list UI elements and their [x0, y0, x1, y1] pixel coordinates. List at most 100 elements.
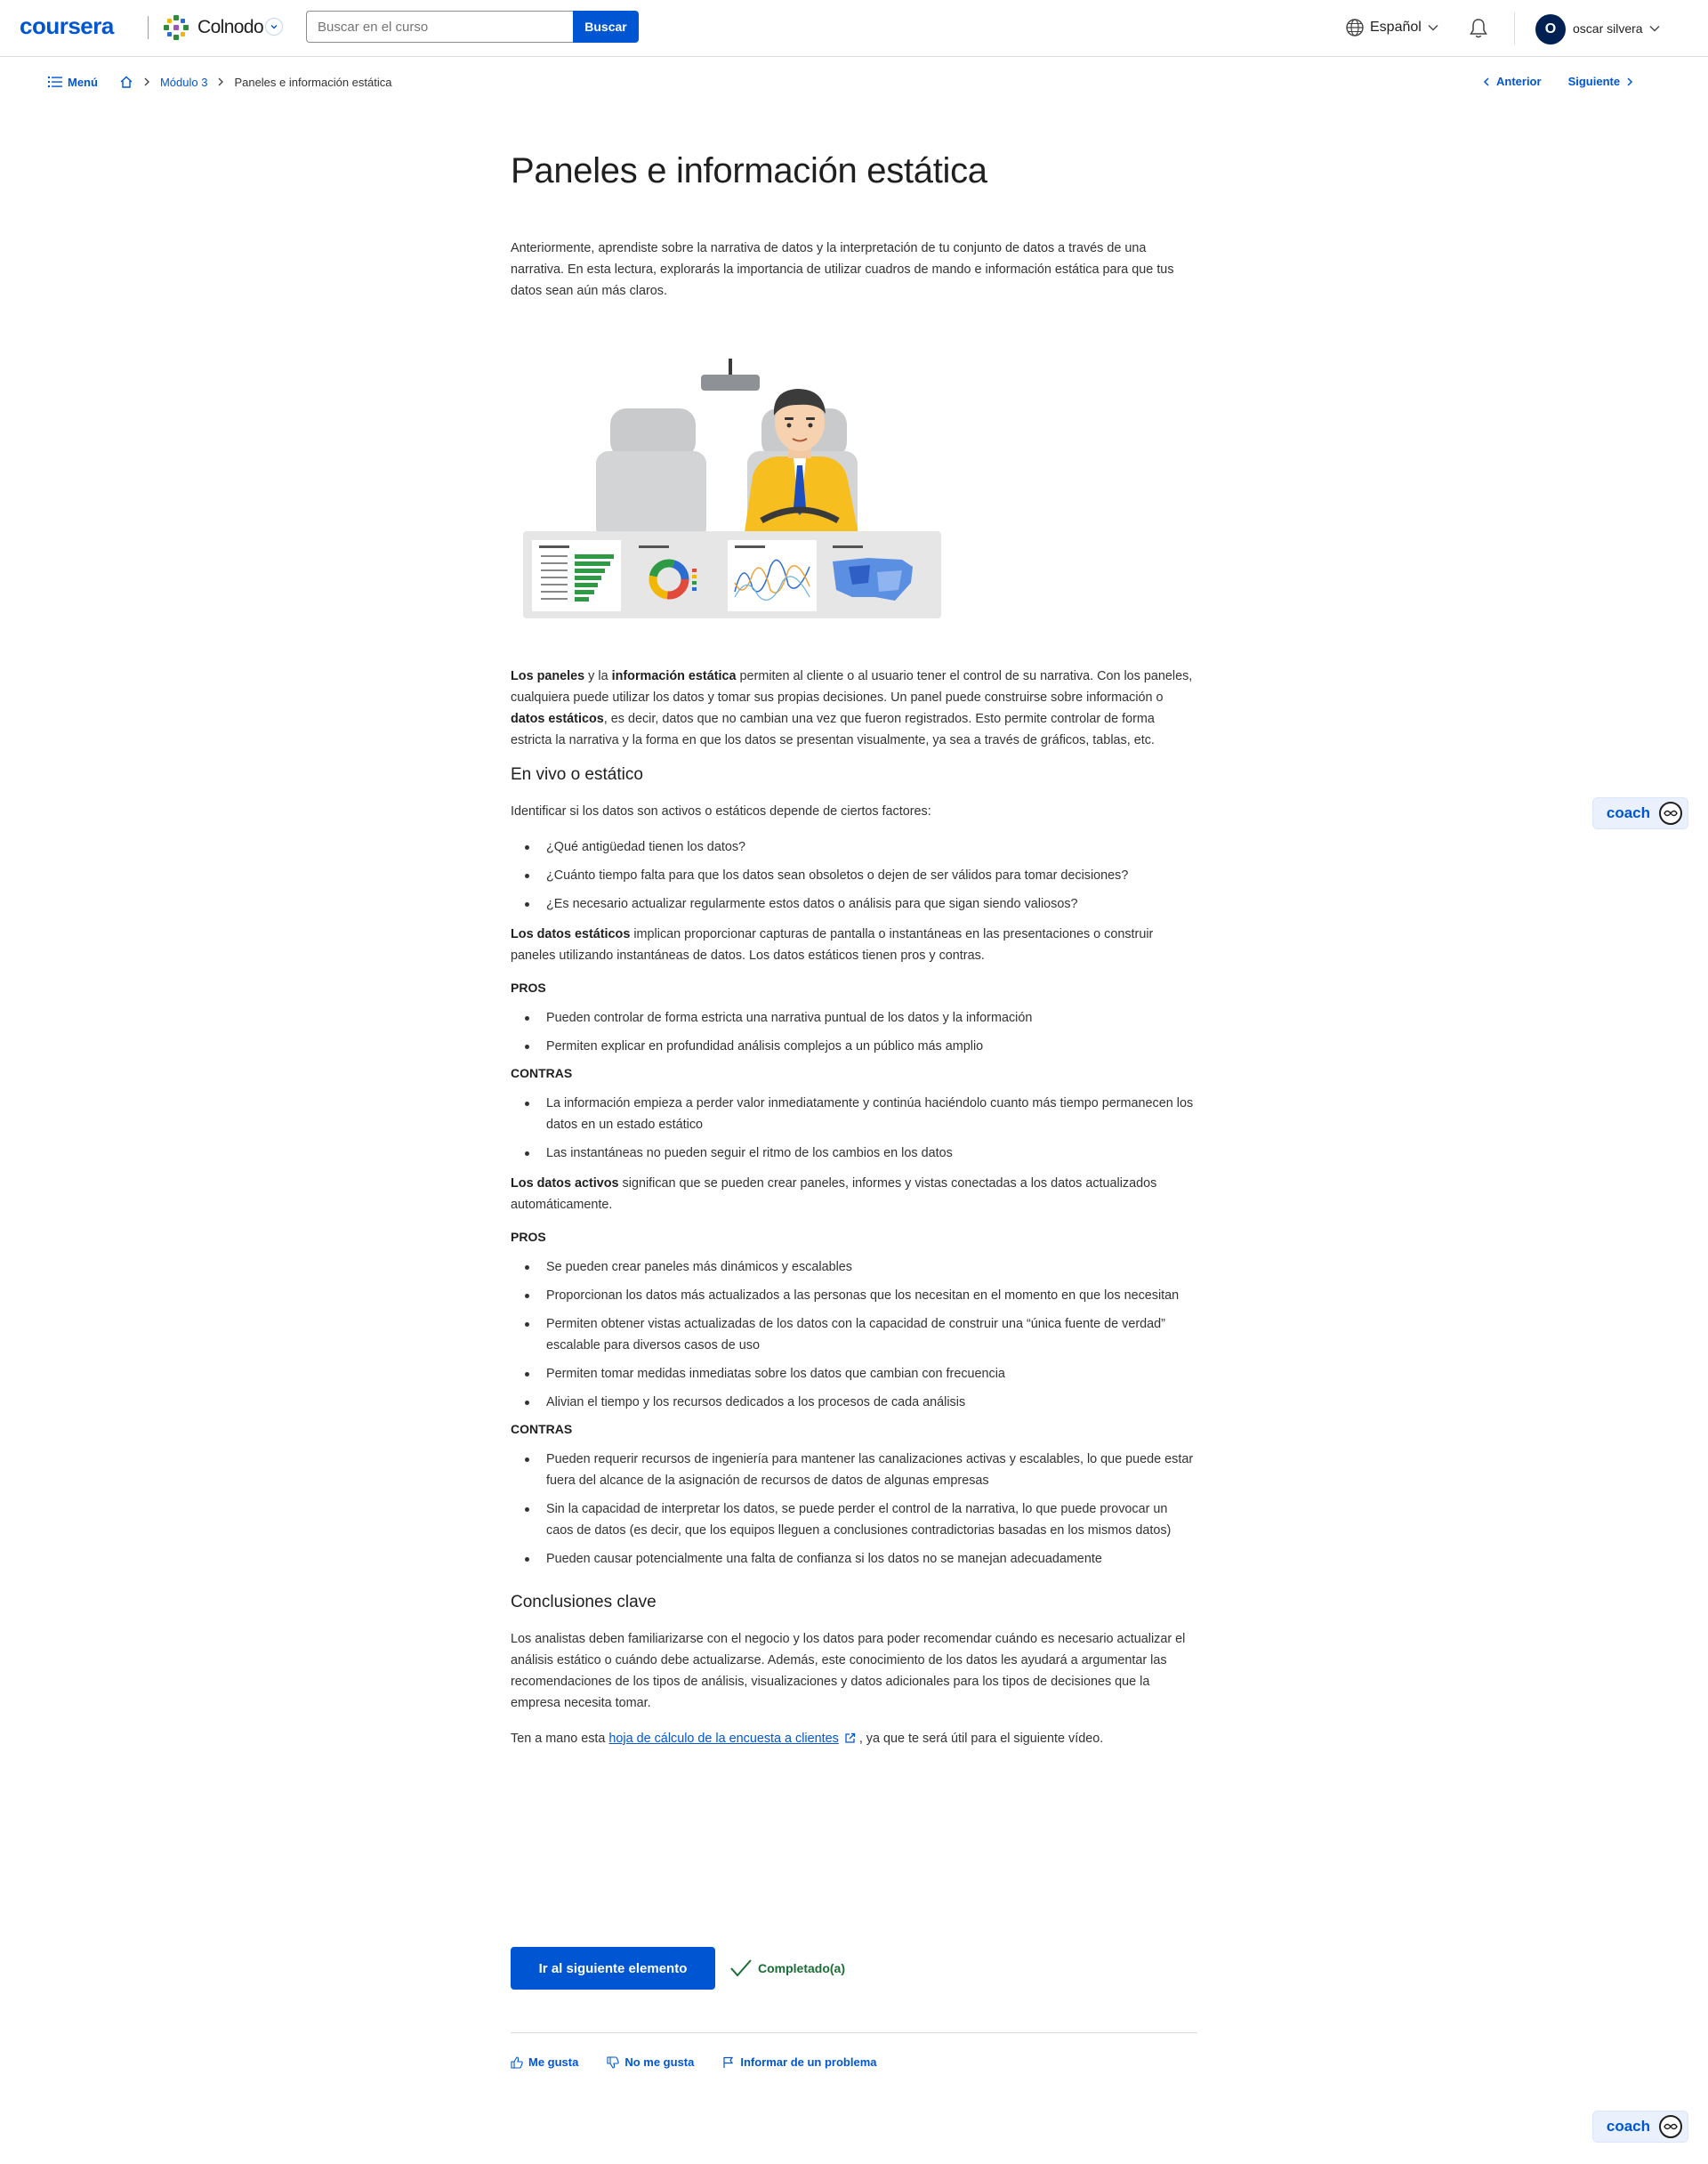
- live-cons-label: CONTRAS: [511, 1422, 573, 1436]
- external-link-icon[interactable]: [844, 1732, 856, 1744]
- globe-icon: [1346, 19, 1364, 36]
- completion-actions: Ir al siguiente elemento Completado(a): [511, 1947, 845, 1990]
- paragraph-conclusions: Los analistas deben familiarizarse con e…: [511, 1632, 1186, 1710]
- next-label: Siguiente: [1567, 75, 1621, 88]
- list-item: ¿Cuánto tiempo falta para que los datos …: [511, 865, 1197, 886]
- list-item: Proporcionan los datos más actualizados …: [511, 1285, 1197, 1306]
- list-item: Pueden requerir recursos de ingeniería p…: [511, 1449, 1197, 1491]
- list-item: Las instantáneas no pueden seguir el rit…: [511, 1143, 1197, 1164]
- footer-divider: [511, 2032, 1197, 2033]
- text-fragment: , es decir, datos que no cambian una vez…: [511, 712, 1155, 747]
- coursera-logo[interactable]: coursera: [20, 12, 114, 40]
- flag-icon: [723, 2056, 734, 2068]
- list-item: Alivian el tiempo y los recursos dedicad…: [511, 1392, 1197, 1413]
- report-problem-button[interactable]: Informar de un problema: [722, 2055, 877, 2069]
- colnodo-mark-icon: [164, 15, 189, 40]
- breadcrumb-current: Paneles e información estática: [234, 75, 392, 89]
- static-pros-label: PROS: [511, 981, 546, 995]
- avatar[interactable]: O: [1535, 14, 1566, 44]
- top-header: coursera Colnodo Buscar Español O oscar …: [0, 0, 1708, 57]
- factors-list: ¿Qué antigüedad tienen los datos? ¿Cuánt…: [511, 836, 1197, 915]
- chevron-down-icon: [270, 25, 278, 29]
- reading-article: Paneles e información estática Anteriorm…: [511, 151, 1197, 1764]
- list-item: ¿Qué antigüedad tienen los datos?: [511, 836, 1197, 858]
- item-navigation: Anterior Siguiente: [1482, 75, 1634, 88]
- text-fragment: y la: [584, 669, 612, 683]
- user-menu[interactable]: oscar silvera: [1573, 21, 1661, 36]
- header-divider: [1514, 12, 1515, 44]
- menu-label: Menú: [68, 75, 98, 89]
- bold-term-dashboards: Los paneles: [511, 669, 585, 683]
- list-item: Sin la capacidad de interpretar los dato…: [511, 1498, 1197, 1541]
- breadcrumb-module[interactable]: Módulo 3: [160, 76, 207, 89]
- dislike-button[interactable]: No me gusta: [607, 2055, 694, 2069]
- live-cons-list: Pueden requerir recursos de ingeniería p…: [511, 1449, 1197, 1570]
- menu-button[interactable]: Menú: [48, 76, 98, 89]
- list-menu-icon: [48, 77, 62, 87]
- next-item-link[interactable]: Siguiente: [1568, 75, 1635, 88]
- coach-label: coach: [1606, 804, 1650, 821]
- coach-icon: [1659, 2115, 1682, 2138]
- chevron-right-icon: [218, 77, 224, 86]
- chevron-down-icon: [1428, 25, 1438, 31]
- paragraph-live-data: Los datos activos significan que se pued…: [511, 1173, 1197, 1215]
- bold-term-static-info: información estática: [611, 669, 737, 683]
- partner-name: Colnodo: [197, 17, 264, 37]
- dislike-label: No me gusta: [624, 2055, 695, 2069]
- previous-item-link[interactable]: Anterior: [1482, 75, 1542, 88]
- static-cons-label: CONTRAS: [511, 1066, 573, 1080]
- live-pros-list: Se pueden crear paneles más dinámicos y …: [511, 1256, 1197, 1413]
- notifications-bell-icon[interactable]: [1466, 16, 1491, 41]
- partner-logo[interactable]: Colnodo: [162, 12, 264, 43]
- user-name: oscar silvera: [1573, 21, 1643, 36]
- text-fragment: Ten a mano esta: [511, 1732, 609, 1746]
- checkmark-icon: [730, 1959, 752, 1977]
- home-icon[interactable]: [119, 75, 133, 89]
- paragraph-static-data: Los datos estáticos implican proporciona…: [511, 924, 1197, 966]
- previous-label: Anterior: [1496, 75, 1542, 88]
- like-button[interactable]: Me gusta: [511, 2055, 578, 2069]
- thumbs-down-icon: [607, 2055, 620, 2069]
- coach-button-bottom[interactable]: coach: [1592, 2111, 1688, 2143]
- report-label: Informar de un problema: [740, 2055, 877, 2069]
- feedback-bar: Me gusta No me gusta Informar de un prob…: [511, 2055, 877, 2069]
- like-label: Me gusta: [528, 2055, 579, 2069]
- partner-menu-button[interactable]: [265, 18, 283, 36]
- list-item: Permiten tomar medidas inmediatas sobre …: [511, 1363, 1197, 1385]
- thumbs-up-icon: [511, 2055, 523, 2069]
- spreadsheet-link[interactable]: hoja de cálculo de la encuesta a cliente…: [608, 1732, 838, 1746]
- intro-paragraph: Anteriormente, aprendiste sobre la narra…: [511, 241, 1174, 298]
- paragraph-identify: Identificar si los datos son activos o e…: [511, 804, 931, 819]
- chevron-down-icon: [1649, 26, 1660, 32]
- list-item: Permiten explicar en profundidad análisi…: [511, 1036, 1197, 1057]
- bold-term-static-data: Los datos estáticos: [511, 927, 631, 941]
- list-item: Pueden causar potencialmente una falta d…: [511, 1548, 1197, 1570]
- chevron-right-icon: [1627, 77, 1633, 86]
- coach-label: coach: [1606, 2118, 1650, 2135]
- chevron-left-icon: [1483, 77, 1489, 86]
- coach-icon: [1659, 802, 1682, 825]
- completed-status: Completado(a): [729, 1958, 845, 1978]
- breadcrumb: Menú Módulo 3 Paneles e información está…: [48, 75, 391, 89]
- next-item-button[interactable]: Ir al siguiente elemento: [511, 1947, 715, 1990]
- static-pros-list: Pueden controlar de forma estricta una n…: [511, 1007, 1197, 1057]
- dashboard-driver-illustration: [523, 359, 941, 618]
- bold-term-live-data: Los datos activos: [511, 1176, 619, 1191]
- language-label: Español: [1370, 20, 1422, 35]
- bold-term-static-data: datos estáticos: [511, 712, 604, 726]
- language-selector[interactable]: Español: [1345, 18, 1439, 37]
- page-title: Paneles e información estática: [511, 151, 987, 190]
- list-item: La información empieza a perder valor in…: [511, 1093, 1197, 1135]
- paragraph-dashboards: Los paneles y la información estática pe…: [511, 666, 1197, 751]
- static-cons-list: La información empieza a perder valor in…: [511, 1093, 1197, 1164]
- search-input[interactable]: [306, 11, 573, 43]
- chevron-right-icon: [144, 77, 149, 86]
- list-item: Pueden controlar de forma estricta una n…: [511, 1007, 1197, 1029]
- logo-divider: [148, 16, 149, 39]
- list-item: ¿Es necesario actualizar regularmente es…: [511, 893, 1197, 915]
- coach-button[interactable]: coach: [1592, 797, 1688, 829]
- text-fragment: , ya que te será útil para el siguiente …: [858, 1732, 1104, 1746]
- search-button[interactable]: Buscar: [573, 11, 639, 43]
- heading-key-conclusions: Conclusiones clave: [511, 1593, 657, 1611]
- completed-label: Completado(a): [758, 1961, 845, 1975]
